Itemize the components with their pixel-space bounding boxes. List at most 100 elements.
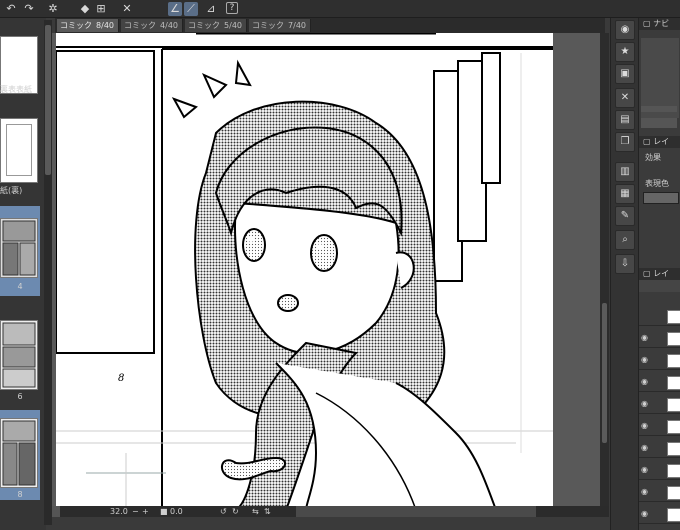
scrollbar-thumb[interactable] [602,303,607,443]
delete-icon[interactable]: ✕ [615,88,635,108]
layer-row[interactable]: ◉ [639,352,680,370]
layer-row[interactable] [639,308,680,326]
page-thumbnail-4[interactable] [0,218,38,278]
navigator-header[interactable]: ▢ ナビ [639,18,680,30]
layer-row[interactable]: ◉ [639,374,680,392]
layer-row[interactable]: ◉ [639,506,680,524]
zoom-icon[interactable]: ◉ [615,20,635,40]
camera-icon[interactable]: ▣ [615,64,635,84]
rotate-left-icon[interactable]: ↺ [220,506,227,517]
visibility-icon[interactable]: ◉ [641,399,651,409]
navigator-rotate-slider[interactable] [641,118,677,128]
status-bar: 32.0 − + ■ 0.0 ↺ ↻ ⇆ ⇅ [52,506,609,517]
edit-icon[interactable]: ✎ [615,206,635,226]
pen-icon[interactable]: ∠ [168,2,182,16]
visibility-icon[interactable]: ◉ [641,487,651,497]
tab-comic-2[interactable]: コミック 4/40 [121,19,183,32]
loading-icon[interactable]: ✲ [46,2,60,16]
canvas-area[interactable]: 8 [52,33,602,510]
expression-color-dropdown[interactable] [643,192,679,204]
layer-row[interactable]: ◉ [639,418,680,436]
visibility-icon[interactable]: ◉ [641,377,651,387]
layer-thumbnail [667,310,680,324]
layer-thumbnail [667,486,680,500]
tab-comic-3[interactable]: コミック 5/40 [185,19,247,32]
layer-row[interactable]: ◉ [639,440,680,458]
page-list-scrollbar[interactable] [44,20,52,525]
flip-icon[interactable]: ⇆ [252,506,259,517]
ruler-icon[interactable]: ⊿ [204,2,218,16]
undo-icon[interactable]: ↶ [4,2,18,16]
export-icon[interactable]: ⇩ [615,254,635,274]
fill-icon[interactable]: ◆ [78,2,92,16]
help-icon[interactable]: ? [226,2,238,14]
navigator-zoom-slider[interactable] [641,106,677,112]
layer-blend-mode-row[interactable] [639,280,680,292]
folder-icon[interactable]: ▦ [615,184,635,204]
page-thumbnail-6[interactable] [0,320,38,390]
layer-thumbnail [667,398,680,412]
canvas-vertical-scrollbar[interactable] [600,33,609,510]
visibility-icon[interactable]: ◉ [641,443,651,453]
document-tabs: コミック 8/40 コミック 4/40 コミック 5/40 コミック 7/40 [55,18,605,33]
tab-count: 8/40 [96,21,114,30]
page-preview [2,322,36,388]
rotation-value: 0.0 [170,507,183,516]
line-icon[interactable]: ⟋ [184,2,198,16]
visibility-icon[interactable]: ◉ [641,421,651,431]
copy-icon[interactable]: ❐ [615,132,635,152]
star-icon[interactable]: ★ [615,42,635,62]
rotate-right-icon[interactable]: ↻ [232,506,239,517]
visibility-icon[interactable]: ◉ [641,509,651,519]
zoom-in-icon[interactable]: + [142,506,149,517]
tab-count: 5/40 [224,21,242,30]
tab-label: コミック [188,21,220,30]
page-label: 4 [17,282,23,291]
layer-row[interactable]: ◉ [639,330,680,348]
visibility-icon[interactable]: ◉ [641,355,651,365]
layer-icon[interactable]: ▥ [615,162,635,182]
search-icon[interactable]: ⌕ [615,230,635,250]
tab-label: コミック [252,21,284,30]
tab-comic-4[interactable]: コミック 7/40 [249,19,311,32]
layer-property-icon[interactable]: ▤ [615,110,635,130]
bottom-strip [52,517,609,530]
manga-page[interactable]: 8 [55,33,553,510]
tab-count: 4/40 [160,21,178,30]
layer-row[interactable]: ◉ [639,484,680,502]
visibility-icon[interactable]: ◉ [641,465,651,475]
layer-thumbnail [667,376,680,390]
tab-comic-1[interactable]: コミック 8/40 [57,19,119,32]
layer-property-header[interactable]: ▢ レイ [639,136,680,148]
layer-property-label: レイ [653,137,670,146]
tab-label: コミック [60,21,92,30]
layer-thumbnail [667,464,680,478]
right-panel: ▢ ナビ ▢ レイ 効果 表現色 ▢ レイ ◉ ◉ ◉ ◉ ◉ ◉ ◉ ◉ ◉ [638,18,680,530]
page-thumbnail-8[interactable] [0,418,38,488]
page-label: 6 [17,392,23,401]
layer-row[interactable]: ◉ [639,462,680,480]
page-thumbnail-back[interactable] [0,118,38,183]
layers-header[interactable]: ▢ レイ [639,268,680,280]
horizontal-scrollbar[interactable] [296,506,536,517]
layer-thumbnail [667,442,680,456]
transform-icon[interactable]: ⊞ [94,2,108,16]
effect-label: 効果 [645,153,661,162]
zoom-value: 32.0 [110,507,128,516]
layers-label: レイ [653,269,670,278]
rotation-marker-icon[interactable]: ■ [160,506,168,517]
zoom-out-icon[interactable]: − [132,506,139,517]
pen-disabled-icon[interactable]: ✕ [120,2,134,16]
layer-thumbnail [667,508,680,522]
scrollbar-thumb[interactable] [45,25,51,175]
layer-row[interactable]: ◉ [639,396,680,414]
fit-icon[interactable]: ⇅ [264,506,271,517]
page-label: 紙(裏) [0,186,23,195]
tab-label: コミック [124,21,156,30]
redo-icon[interactable]: ↷ [22,2,36,16]
page-preview [2,420,36,486]
page-label: 裏表表紙 [0,85,32,94]
command-bar: ◉ ★ ▣ ✕ ▤ ❐ ▥ ▦ ✎ ⌕ ⇩ [610,18,638,530]
visibility-icon[interactable]: ◉ [641,333,651,343]
scroll-left-button[interactable] [52,506,60,517]
